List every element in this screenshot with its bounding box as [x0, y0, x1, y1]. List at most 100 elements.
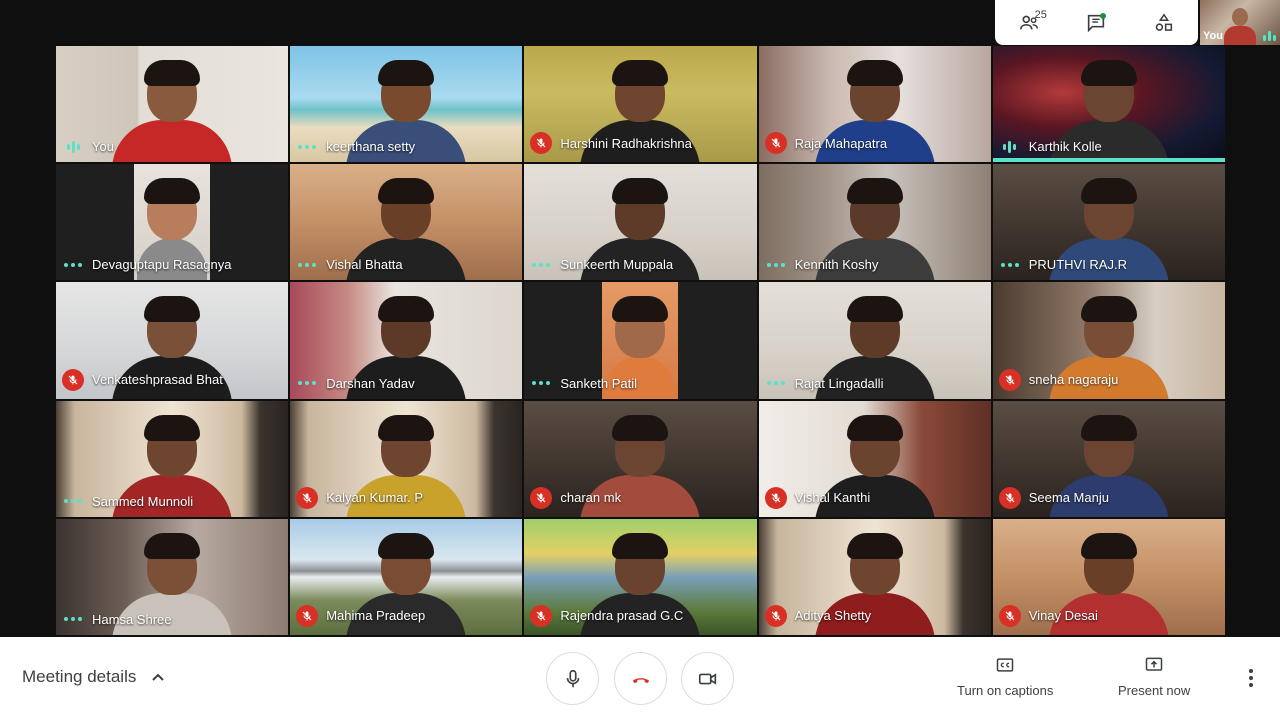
participant-name: Karthik Kolle	[1028, 139, 1102, 155]
participant-name: Hamsa Shree	[92, 611, 172, 627]
muted-badge	[530, 604, 553, 627]
participant-name: Devaguptapu Rasagnya	[92, 257, 232, 273]
audio-idle-icon	[62, 617, 84, 622]
microphone-off-icon	[536, 611, 546, 621]
participant-tile[interactable]: Harshini Radhakrishna	[523, 45, 758, 164]
participant-name: Rajendra prasad G.C	[560, 608, 684, 624]
meet-window: 25 You You keerthana setty Harshini Radhak…	[0, 0, 1280, 719]
participant-tile[interactable]: Mahima Pradeep	[289, 517, 524, 636]
participant-tile[interactable]: sneha nagaraju	[991, 281, 1226, 400]
participant-tile[interactable]: Hamsa Shree	[55, 517, 290, 636]
participant-tile[interactable]: Vinay Desai	[991, 517, 1226, 636]
participant-tile[interactable]: keerthana setty	[289, 45, 524, 164]
chevron-up-icon	[152, 673, 165, 681]
participant-name: Sanketh Patil	[560, 375, 637, 391]
participant-name: Rajat Lingadalli	[794, 375, 884, 391]
audio-idle-icon	[765, 381, 787, 386]
microphone-off-icon	[771, 138, 780, 148]
participant-name: Raja Mahapatra	[794, 135, 888, 151]
participant-tile[interactable]: Rajat Lingadalli	[757, 281, 992, 400]
microphone-off-icon	[536, 493, 546, 503]
microphone-button[interactable]	[546, 652, 599, 705]
captions-button[interactable]: Turn on captions	[957, 655, 1053, 698]
participant-tile[interactable]: Vishal Bhatta	[289, 163, 524, 282]
camera-button[interactable]	[681, 652, 734, 705]
audio-idle-icon	[999, 262, 1021, 267]
self-preview-avatar	[1232, 8, 1248, 26]
participant-tile[interactable]: Kennith Koshy	[757, 163, 992, 282]
participant-tile[interactable]: Raja Mahapatra	[757, 45, 992, 164]
self-preview[interactable]: You	[1200, 0, 1280, 45]
participant-name: Kalyan Kumar. P	[326, 490, 424, 506]
muted-badge	[764, 604, 787, 627]
muted-badge	[530, 132, 553, 155]
participant-tile[interactable]: Rajendra prasad G.C	[523, 517, 758, 636]
participant-tile[interactable]: Karthik Kolle	[991, 45, 1226, 164]
audio-idle-icon	[530, 381, 552, 386]
bottom-bar: Meeting details Turn on captions Present…	[0, 637, 1280, 719]
muted-badge	[998, 604, 1021, 627]
audio-idle-icon	[296, 262, 318, 267]
participant-tile[interactable]: Aditya Shetty	[757, 517, 992, 636]
present-now-button[interactable]: Present now	[1118, 655, 1190, 698]
end-call-button[interactable]	[614, 652, 667, 705]
microphone-off-icon	[302, 493, 312, 503]
audio-idle-icon	[296, 144, 318, 149]
participant-name: Mahima Pradeep	[326, 608, 426, 624]
audio-idle-icon	[530, 262, 552, 267]
present-now-label: Present now	[1118, 683, 1191, 698]
participant-name: Aditya Shetty	[794, 608, 872, 624]
participant-tile[interactable]: charan mk	[523, 399, 758, 518]
participant-name: Sunkeerth Muppala	[560, 257, 674, 273]
participant-tile[interactable]: Sanketh Patil	[523, 281, 758, 400]
captions-icon	[996, 658, 1014, 672]
participant-tile[interactable]: Sammed Munnoli	[55, 399, 290, 518]
participant-name: Kennith Koshy	[794, 257, 879, 273]
camera-icon	[698, 672, 716, 685]
microphone-off-icon	[68, 375, 78, 385]
participant-name: Venkateshprasad Bhat	[92, 372, 223, 388]
participant-name: Seema Manju	[1028, 490, 1109, 506]
self-preview-label: You	[1203, 30, 1223, 42]
participant-name: Vishal Kanthi	[794, 490, 871, 506]
microphone-off-icon	[771, 611, 780, 621]
participant-name: Sammed Munnoli	[92, 493, 194, 509]
microphone-off-icon	[1005, 611, 1015, 621]
present-screen-icon	[1145, 657, 1163, 671]
muted-badge	[530, 486, 553, 509]
audio-activity-icon	[999, 140, 1021, 154]
activities-icon	[1155, 12, 1173, 31]
muted-badge	[998, 368, 1021, 391]
participant-tile[interactable]: Seema Manju	[991, 399, 1226, 518]
audio-activity-icon	[1263, 31, 1276, 41]
participant-tile[interactable]: Vishal Kanthi	[757, 399, 992, 518]
meeting-details-label: Meeting details	[22, 667, 137, 686]
people-button[interactable]: 25	[1007, 3, 1051, 43]
muted-badge	[296, 486, 319, 509]
muted-badge	[62, 368, 84, 391]
top-toolbar: 25	[995, 0, 1198, 45]
microphone-off-icon	[536, 138, 546, 148]
participant-name: You	[92, 139, 114, 155]
audio-idle-icon	[765, 262, 787, 267]
muted-badge	[764, 486, 787, 509]
more-options-button[interactable]	[1240, 667, 1262, 689]
microphone-off-icon	[1005, 375, 1015, 385]
hang-up-icon	[632, 677, 649, 683]
participant-tile[interactable]: Sunkeerth Muppala	[523, 163, 758, 282]
participant-tile[interactable]: Venkateshprasad Bhat	[55, 281, 290, 400]
participant-tile[interactable]: You	[55, 45, 290, 164]
people-count-badge: 25	[1034, 8, 1047, 21]
participant-name: PRUTHVI RAJ.R	[1028, 257, 1127, 273]
participant-name: sneha nagaraju	[1028, 372, 1119, 388]
participant-tile[interactable]: Devaguptapu Rasagnya	[55, 163, 290, 282]
participant-name: Vishal Bhatta	[326, 257, 403, 273]
audio-activity-icon	[62, 140, 84, 154]
participant-tile[interactable]: Kalyan Kumar. P	[289, 399, 524, 518]
activities-button[interactable]	[1142, 3, 1186, 43]
participant-tile[interactable]: PRUTHVI RAJ.R	[991, 163, 1226, 282]
meeting-details-button[interactable]: Meeting details	[22, 667, 166, 687]
captions-label: Turn on captions	[957, 683, 1054, 698]
chat-button[interactable]	[1074, 3, 1118, 43]
participant-tile[interactable]: Darshan Yadav	[289, 281, 524, 400]
